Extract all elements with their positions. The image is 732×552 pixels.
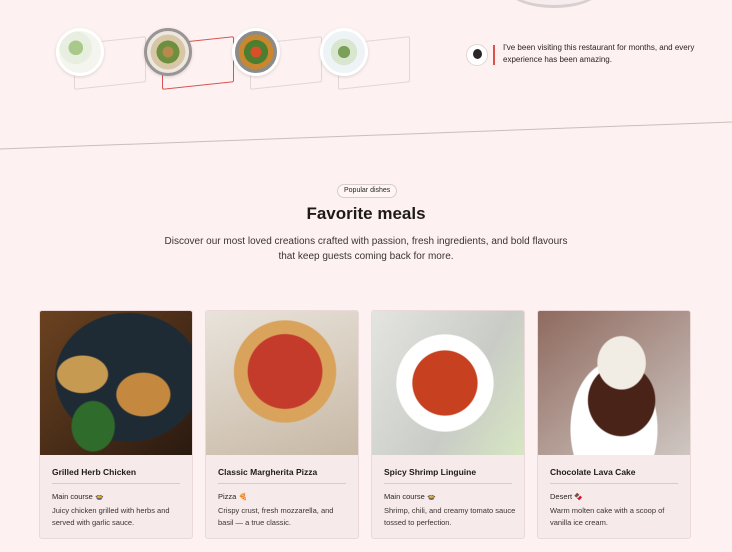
dish-thumbnail-2[interactable] <box>144 28 234 90</box>
testimonial-text: I've been visiting this restaurant for m… <box>503 43 695 64</box>
meal-name: Chocolate Lava Cake <box>550 467 636 477</box>
card-divider <box>52 483 180 484</box>
meal-card[interactable]: Spicy Shrimp Linguine Main course 🍲 Shri… <box>371 310 525 539</box>
meal-name: Spicy Shrimp Linguine <box>384 467 477 477</box>
section-badge: Popular dishes <box>337 184 398 198</box>
card-divider <box>218 483 346 484</box>
meal-name: Grilled Herb Chicken <box>52 467 137 477</box>
meal-card[interactable]: Classic Margherita Pizza Pizza 🍕 Crispy … <box>205 310 359 539</box>
dish-image <box>232 28 280 76</box>
section-divider <box>0 121 732 150</box>
meal-description: Juicy chicken grilled with herbs and ser… <box>52 506 170 527</box>
meal-category: Main course 🍲 <box>384 492 436 501</box>
dish-thumbnail-3[interactable] <box>232 28 322 90</box>
section-subtitle: Discover our most loved creations crafte… <box>164 236 568 262</box>
card-divider <box>550 483 678 484</box>
pizza-icon: 🍕 <box>238 494 248 501</box>
bowl-icon: 🍲 <box>426 494 436 501</box>
dish-image <box>144 28 192 76</box>
meal-category: Pizza 🍕 <box>218 492 247 501</box>
meal-category-label: Main course <box>384 492 425 501</box>
chocolate-icon: 🍫 <box>574 494 583 501</box>
meal-category-label: Pizza <box>218 492 237 501</box>
dish-thumbnail-4[interactable] <box>320 28 410 90</box>
top-plate-image <box>508 0 600 8</box>
avatar <box>466 44 488 66</box>
meal-category: Desert 🍫 <box>550 492 583 501</box>
meal-category-label: Main course <box>52 492 93 501</box>
section-title: Favorite meals <box>306 204 426 223</box>
meal-card[interactable]: Chocolate Lava Cake Desert 🍫 Warm molten… <box>537 310 691 539</box>
meal-photo <box>206 311 358 455</box>
meal-description: Warm molten cake with a scoop of vanilla… <box>550 506 665 527</box>
meal-card[interactable]: Grilled Herb Chicken Main course 🍲 Juicy… <box>39 310 193 539</box>
dish-image <box>56 28 104 76</box>
bowl-icon: 🍲 <box>94 494 104 501</box>
card-divider <box>384 483 512 484</box>
dish-thumbnail-gallery <box>56 28 410 90</box>
meal-description: Shrimp, chili, and creamy tomato sauce t… <box>384 506 516 527</box>
testimonial: I've been visiting this restaurant for m… <box>466 42 706 72</box>
meal-category: Main course 🍲 <box>52 492 104 501</box>
quote-accent-bar <box>493 45 495 65</box>
dish-image <box>320 28 368 76</box>
meal-photo <box>40 311 192 455</box>
meal-description: Crispy crust, fresh mozzarella, and basi… <box>218 506 334 527</box>
dish-thumbnail-1[interactable] <box>56 28 146 90</box>
meal-name: Classic Margherita Pizza <box>218 467 318 477</box>
meal-category-label: Desert <box>550 492 573 501</box>
meal-photo <box>372 311 524 455</box>
meal-photo <box>538 311 690 455</box>
